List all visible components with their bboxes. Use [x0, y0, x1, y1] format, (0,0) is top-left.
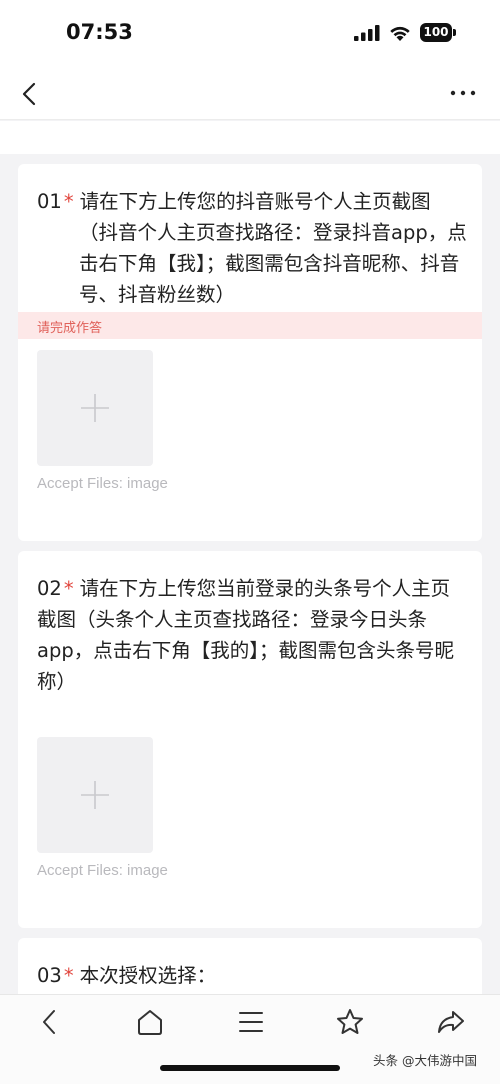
- header-spacer: [0, 121, 500, 154]
- accept-files-hint: Accept Files: image: [37, 475, 168, 492]
- question-text: 本次授权选择：: [79, 964, 217, 987]
- menu-icon[interactable]: [236, 1007, 266, 1037]
- image-upload-button[interactable]: [37, 737, 153, 853]
- watermark: 头条 @大伟游中国: [373, 1053, 477, 1068]
- question-title-3: 03 * 本次授权选择：: [37, 960, 467, 991]
- battery-tip: [453, 29, 456, 36]
- image-upload-button[interactable]: [37, 350, 153, 466]
- status-time: 07:53: [66, 20, 133, 44]
- question-card-1: 01 * 请在下方上传您的抖音账号个人主页截图 （抖音个人主页查找路径：登录抖音ap…: [18, 164, 482, 541]
- required-mark: *: [63, 190, 74, 213]
- error-message-bar: 请完成作答: [18, 312, 482, 339]
- question-number: 02: [37, 577, 62, 600]
- accept-files-hint: Accept Files: image: [37, 862, 168, 879]
- question-title-1: 01 * 请在下方上传您的抖音账号个人主页截图 （抖音个人主页查找路径：登录抖音ap…: [37, 186, 467, 310]
- plus-icon: [81, 394, 109, 422]
- nav-bar: [0, 66, 500, 120]
- home-icon[interactable]: [135, 1007, 165, 1037]
- required-mark: *: [63, 964, 74, 987]
- more-horizontal-icon[interactable]: [448, 86, 478, 100]
- chevron-left-icon[interactable]: [18, 80, 40, 108]
- battery-icon: 100: [420, 23, 456, 42]
- star-icon[interactable]: [335, 1007, 365, 1037]
- question-card-2: 02 * 请在下方上传您当前登录的头条号个人主页截图（头条个人主页查找路径：登录今日…: [18, 551, 482, 928]
- required-mark: *: [63, 577, 74, 600]
- signal-icon: [354, 25, 380, 41]
- home-indicator: [160, 1065, 340, 1071]
- question-number: 01: [37, 190, 62, 213]
- question-text-rest: （抖音个人主页查找路径：登录抖音app，点击右下角【我】；截图需包含抖音昵称、抖…: [79, 221, 467, 306]
- question-text: 请在下方上传您当前登录的头条号个人主页截图（头条个人主页查找路径：登录今日头条a…: [37, 577, 454, 693]
- question-number: 03: [37, 964, 62, 987]
- share-icon[interactable]: [436, 1007, 466, 1037]
- question-text-line1: 请在下方上传您的抖音账号个人主页截图: [79, 190, 431, 213]
- plus-icon: [81, 781, 109, 809]
- wifi-icon: [390, 26, 410, 41]
- battery-level: 100: [420, 23, 452, 42]
- question-title-2: 02 * 请在下方上传您当前登录的头条号个人主页截图（头条个人主页查找路径：登录今日…: [37, 573, 467, 697]
- back-icon[interactable]: [35, 1007, 65, 1037]
- error-message: 请完成作答: [37, 321, 103, 336]
- status-bar: 07:53 100: [0, 0, 500, 66]
